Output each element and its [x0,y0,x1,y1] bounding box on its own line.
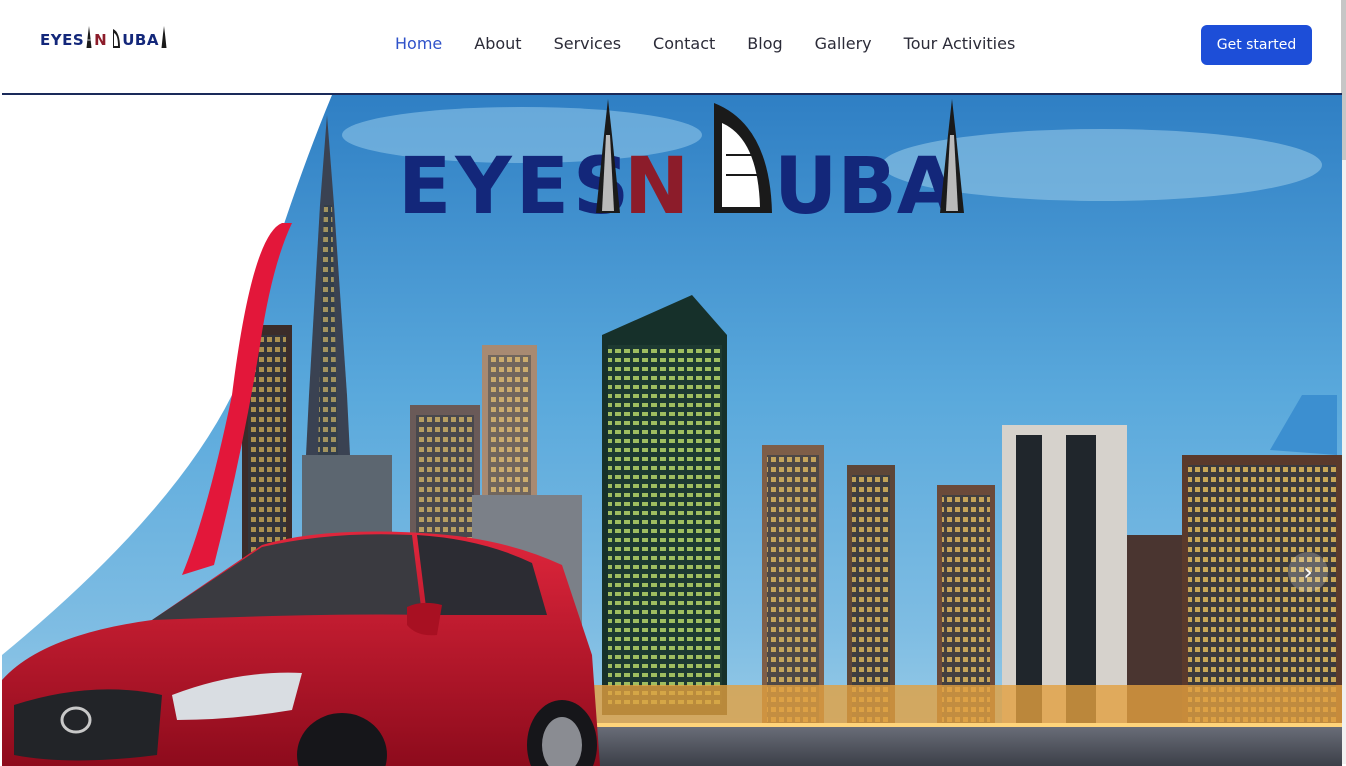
get-started-button[interactable]: Get started [1201,25,1312,65]
site-header: EYES N UBA Home About Services Contact B… [0,0,1346,92]
nav-home[interactable]: Home [379,33,458,55]
burj-al-arab-icon [111,26,121,48]
nav-tour-activities[interactable]: Tour Activities [888,33,1032,55]
hero-logo-uba: UBA [774,142,957,232]
nav-blog[interactable]: Blog [731,33,798,55]
tower-icon [160,26,168,48]
red-car [2,532,600,766]
chevron-right-icon: › [1303,558,1313,586]
tower-icon [85,26,93,48]
logo-uba-text: UBA [122,33,159,48]
hero-image: EYES N UBA [2,95,1342,766]
logo-n-text: N [94,33,107,48]
slider-next-button[interactable]: › [1288,552,1328,592]
brand-logo[interactable]: EYES N UBA [40,24,169,48]
nav-gallery[interactable]: Gallery [799,33,888,55]
main-nav: Home About Services Contact Blog Gallery… [379,33,1031,55]
nav-services[interactable]: Services [538,33,637,55]
nav-contact[interactable]: Contact [637,33,731,55]
hero-logo-n: N [624,142,689,232]
nav-about[interactable]: About [458,33,537,55]
hero-logo-eyes: EYES [398,142,633,232]
logo-eyes-text: EYES [40,33,84,48]
hero-slider: EYES N UBA › [2,93,1342,766]
